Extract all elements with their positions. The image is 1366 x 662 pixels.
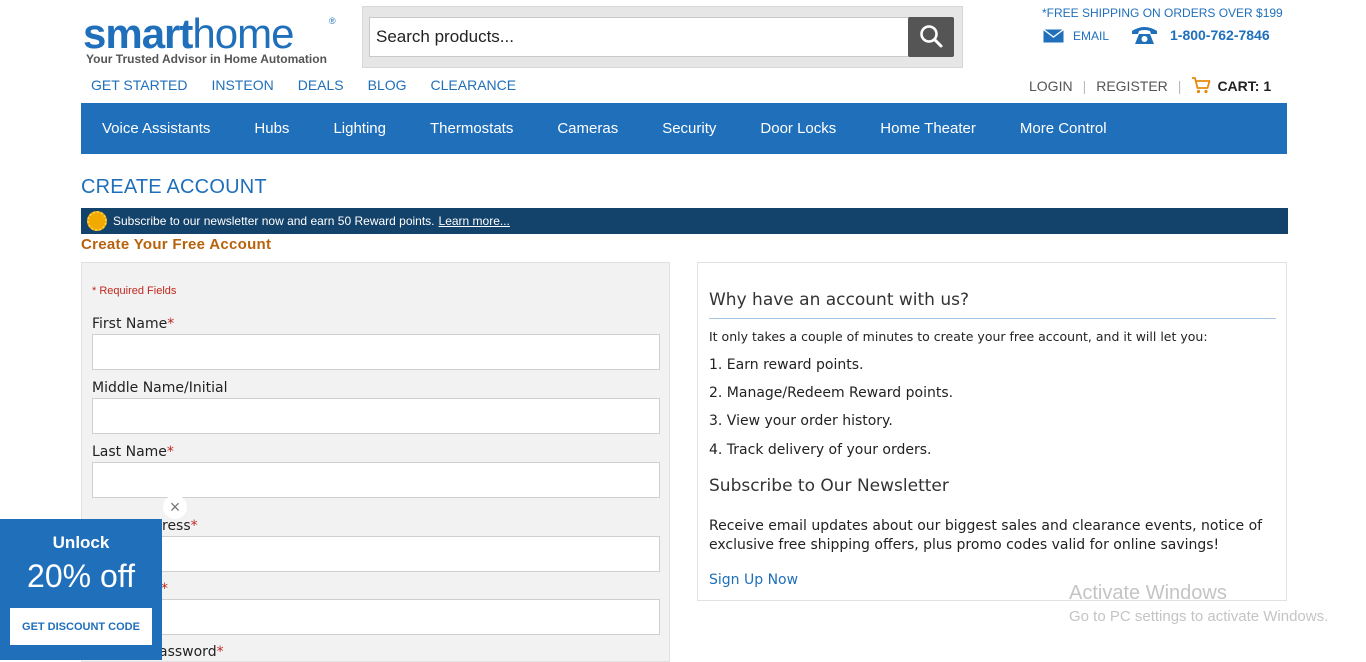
topnav-deals[interactable]: DEALS	[298, 77, 344, 93]
category-navigation: Voice Assistants Hubs Lighting Thermosta…	[81, 103, 1287, 154]
account-links: LOGIN | REGISTER | CART: 1	[1029, 77, 1271, 94]
newsletter-heading: Subscribe to Our Newsletter	[709, 476, 949, 496]
required-fields-note: * Required Fields	[92, 285, 177, 297]
reward-badge-icon	[87, 211, 107, 231]
separator: |	[1082, 77, 1087, 94]
email-address-field[interactable]	[92, 536, 660, 572]
phone-number: 1-800-762-7846	[1170, 27, 1270, 43]
get-discount-code-button[interactable]: GET DISCOUNT CODE	[10, 608, 152, 645]
category-cameras[interactable]: Cameras	[557, 120, 618, 137]
benefit-item: 4. Track delivery of your orders.	[709, 442, 932, 458]
topnav-insteon[interactable]: INSTEON	[211, 77, 273, 93]
category-voice-assistants[interactable]: Voice Assistants	[102, 120, 210, 137]
divider	[709, 318, 1276, 319]
category-more-control[interactable]: More Control	[1020, 120, 1107, 137]
newsletter-signup-link[interactable]: Sign Up Now	[709, 572, 798, 588]
popup-discount-text: 20% off	[27, 558, 135, 594]
category-door-locks[interactable]: Door Locks	[760, 120, 836, 137]
close-icon: ×	[169, 496, 181, 517]
newsletter-promo-bar: Subscribe to our newsletter now and earn…	[81, 208, 1288, 234]
category-home-theater[interactable]: Home Theater	[880, 120, 976, 137]
page-title: CREATE ACCOUNT	[81, 176, 267, 198]
telephone-icon	[1132, 27, 1157, 44]
activate-windows-subtitle: Go to PC settings to activate Windows.	[1069, 608, 1329, 625]
last-name-label: Last Name*	[92, 444, 174, 460]
benefits-intro: It only takes a couple of minutes to cre…	[709, 329, 1208, 344]
promo-text: Subscribe to our newsletter now and earn…	[113, 214, 435, 228]
email-link[interactable]: EMAIL	[1043, 27, 1109, 45]
form-section-title: Create Your Free Account	[81, 236, 272, 253]
register-link[interactable]: REGISTER	[1096, 78, 1168, 94]
popup-close-button[interactable]: ×	[163, 495, 187, 519]
category-thermostats[interactable]: Thermostats	[430, 120, 513, 137]
first-name-label: First Name*	[92, 316, 175, 332]
category-lighting[interactable]: Lighting	[333, 120, 386, 137]
search-icon	[920, 24, 943, 47]
category-hubs[interactable]: Hubs	[254, 120, 289, 137]
cart-link[interactable]: CART: 1	[1191, 77, 1271, 94]
topnav-clearance[interactable]: CLEARANCE	[431, 77, 517, 93]
benefits-heading: Why have an account with us?	[709, 290, 970, 310]
benefit-item: 3. View your order history.	[709, 413, 893, 429]
top-navigation: GET STARTED INSTEON DEALS BLOG CLEARANCE	[91, 77, 540, 93]
promo-learn-more-link[interactable]: Learn more...	[439, 214, 510, 228]
middle-name-field[interactable]	[92, 398, 660, 434]
benefit-item: 1. Earn reward points.	[709, 357, 864, 373]
free-shipping-note: *FREE SHIPPING ON ORDERS OVER $199	[1042, 6, 1283, 20]
last-name-field[interactable]	[92, 462, 660, 498]
search-button[interactable]	[908, 17, 954, 57]
cart-count: CART: 1	[1217, 77, 1272, 94]
logo-text-smart: smart	[83, 10, 193, 57]
logo-registered-mark: ®	[329, 16, 336, 26]
smarthome-logo[interactable]: smarthome	[83, 10, 294, 58]
cart-icon	[1192, 77, 1211, 94]
category-security[interactable]: Security	[662, 120, 716, 137]
topnav-get-started[interactable]: GET STARTED	[91, 77, 187, 93]
search-input[interactable]	[369, 17, 909, 57]
topnav-blog[interactable]: BLOG	[368, 77, 407, 93]
newsletter-description: Receive email updates about our biggest …	[709, 518, 1263, 553]
password-field[interactable]	[92, 599, 660, 635]
phone-contact[interactable]: 1-800-762-7846	[1131, 25, 1270, 45]
logo-text-home: home	[192, 10, 294, 57]
email-label: EMAIL	[1073, 29, 1110, 43]
first-name-field[interactable]	[92, 334, 660, 370]
benefit-item: 2. Manage/Redeem Reward points.	[709, 385, 954, 401]
activate-windows-title: Activate Windows	[1069, 582, 1227, 604]
login-link[interactable]: LOGIN	[1029, 78, 1073, 94]
popup-unlock-text: Unlock	[52, 533, 110, 552]
separator: |	[1177, 77, 1182, 94]
logo-tagline: Your Trusted Advisor in Home Automation	[86, 52, 327, 66]
middle-name-label: Middle Name/Initial	[92, 380, 228, 396]
envelope-icon	[1043, 29, 1064, 43]
